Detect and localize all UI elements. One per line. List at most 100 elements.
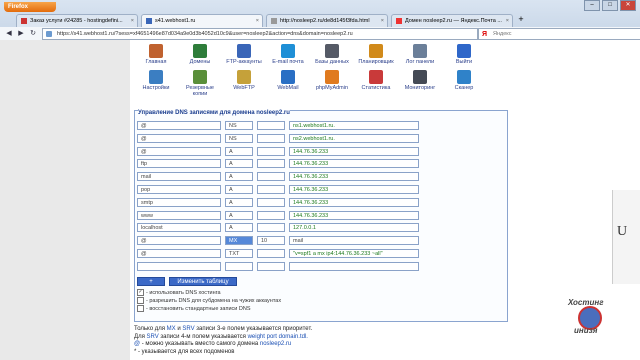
host-field[interactable]: ftp bbox=[137, 159, 221, 169]
value-field[interactable]: ns2.webhost1.ru. bbox=[289, 133, 419, 143]
value-field[interactable]: 144.76.36.233 bbox=[289, 197, 419, 207]
priority-field[interactable] bbox=[257, 159, 285, 169]
toolbar-item-webmail[interactable]: WebMail bbox=[266, 70, 310, 96]
value-field[interactable]: ns1.webhost1.ru. bbox=[289, 121, 419, 130]
type-field[interactable]: NS bbox=[225, 133, 253, 143]
dns-option[interactable]: - разрешить DNS для субдомена на чужих а… bbox=[137, 297, 281, 304]
priority-field[interactable] bbox=[257, 172, 285, 182]
toolbar-item-phpmyadmin[interactable]: phpMyAdmin bbox=[310, 70, 354, 96]
log-icon bbox=[413, 44, 427, 58]
close-tab-icon[interactable]: × bbox=[131, 15, 134, 27]
checkbox[interactable] bbox=[137, 305, 144, 312]
toolbar-item-label: Главная bbox=[145, 59, 167, 65]
host-field[interactable]: www bbox=[137, 210, 221, 220]
dns-option[interactable]: - восстановить стандартные записи DNS bbox=[137, 305, 251, 312]
toolbar-item-mail[interactable]: E-mail почта bbox=[266, 44, 310, 70]
toolbar-item-globe[interactable]: Домены bbox=[178, 44, 222, 70]
host-field[interactable] bbox=[137, 261, 221, 271]
host-field[interactable]: localhost bbox=[137, 223, 221, 233]
value-field[interactable]: 127.0.0.1 bbox=[289, 223, 419, 233]
value-field[interactable]: 144.76.36.233 bbox=[289, 159, 419, 169]
type-field[interactable]: A bbox=[225, 210, 253, 220]
tab-webhost[interactable]: s41.webhost1.ru × bbox=[141, 14, 263, 27]
address-bar[interactable]: https://s41.webhost1.ru/?sess=xf4651496e… bbox=[42, 28, 478, 40]
priority-field[interactable] bbox=[257, 261, 285, 271]
firefox-menu-button[interactable]: Firefox bbox=[4, 2, 56, 12]
host-field[interactable]: @ bbox=[137, 146, 221, 156]
save-table-button[interactable]: Изменить таблицу bbox=[169, 277, 237, 286]
type-field[interactable]: A bbox=[225, 197, 253, 207]
toolbar-item-ftp[interactable]: FTP-аккаунты bbox=[222, 44, 266, 70]
priority-field[interactable] bbox=[257, 197, 285, 207]
value-field[interactable]: 144.76.36.233 bbox=[289, 185, 419, 194]
host-field[interactable]: @ bbox=[137, 133, 221, 143]
nav-bar: ◀ ▶ ↻ https://s41.webhost1.ru/?sess=xf46… bbox=[0, 27, 640, 41]
toolbar-item-settings[interactable]: Настройки bbox=[134, 70, 178, 96]
type-field[interactable]: NS bbox=[225, 121, 253, 130]
priority-field[interactable] bbox=[257, 121, 285, 130]
toolbar-item-webftp[interactable]: WebFTP bbox=[222, 70, 266, 96]
home-icon bbox=[149, 44, 163, 58]
toolbar-item-monitor[interactable]: Мониторинг bbox=[398, 70, 442, 96]
priority-field[interactable] bbox=[257, 210, 285, 220]
value-field[interactable]: 144.76.36.233 bbox=[289, 146, 419, 156]
type-field[interactable]: A bbox=[225, 159, 253, 169]
forward-icon[interactable]: ▶ bbox=[16, 29, 26, 38]
scanner-icon bbox=[457, 70, 471, 84]
host-field[interactable]: pop bbox=[137, 185, 221, 194]
back-icon[interactable]: ◀ bbox=[4, 29, 14, 38]
type-field[interactable]: TXT bbox=[225, 249, 253, 258]
close-tab-icon[interactable]: × bbox=[506, 15, 509, 27]
toolbar-item-log[interactable]: Лог панели bbox=[398, 44, 442, 70]
type-field[interactable] bbox=[225, 261, 253, 271]
tab-yandex-mail[interactable]: Домен nosleep2.ru — Яндекс.Почта ... × bbox=[391, 14, 513, 27]
checkbox[interactable] bbox=[137, 297, 144, 304]
dns-option[interactable]: ✓ - использовать DNS хостинга bbox=[137, 289, 221, 296]
tab-order[interactable]: Заказ услуги #24285 - hostingdefini... × bbox=[16, 14, 138, 27]
reload-icon[interactable]: ↻ bbox=[28, 29, 38, 38]
toolbar-item-stats[interactable]: Статистика bbox=[354, 70, 398, 96]
checkbox-checked[interactable]: ✓ bbox=[137, 289, 144, 296]
value-field[interactable]: "v=spf1 a mx ip4:144.76.36.233 ~all" bbox=[289, 249, 419, 258]
tab-nosleep[interactable]: http://nosleep2.ru/de8d145f3fda.html × bbox=[266, 14, 388, 27]
host-field[interactable]: @ bbox=[137, 249, 221, 258]
add-record-button[interactable]: + bbox=[137, 277, 165, 286]
close-window-button[interactable]: ✕ bbox=[620, 0, 636, 11]
help-note-text: * - указывается для всех подоменов bbox=[134, 348, 235, 355]
new-tab-button[interactable]: + bbox=[516, 14, 526, 26]
value-field[interactable]: 144.76.36.233 bbox=[289, 210, 419, 220]
type-field[interactable]: MX bbox=[225, 236, 253, 246]
priority-field[interactable] bbox=[257, 185, 285, 194]
value-field[interactable]: 144.76.36.233 bbox=[289, 172, 419, 182]
lock-icon bbox=[46, 31, 52, 37]
toolbar-item-database[interactable]: Базы данных bbox=[310, 44, 354, 70]
close-tab-icon[interactable]: × bbox=[381, 15, 384, 27]
value-field[interactable] bbox=[289, 261, 419, 271]
host-field[interactable]: @ bbox=[137, 121, 221, 130]
priority-field[interactable] bbox=[257, 146, 285, 156]
control-panel: Главная Домены FTP-аккаунты E-mail почта Баз… bbox=[130, 40, 516, 360]
priority-field[interactable] bbox=[257, 223, 285, 233]
type-field[interactable]: A bbox=[225, 223, 253, 233]
close-tab-icon[interactable]: × bbox=[256, 15, 259, 27]
ftp-icon bbox=[237, 44, 251, 58]
search-box[interactable]: Я Яндекс bbox=[478, 28, 640, 40]
toolbar-item-scheduler[interactable]: Планировщик bbox=[354, 44, 398, 70]
toolbar-item-home[interactable]: Главная bbox=[134, 44, 178, 70]
priority-field[interactable] bbox=[257, 133, 285, 143]
toolbar-item-power[interactable]: Выйти bbox=[442, 44, 486, 70]
host-field[interactable]: @ bbox=[137, 236, 221, 246]
host-field[interactable]: smtp bbox=[137, 197, 221, 207]
type-field[interactable]: A bbox=[225, 172, 253, 182]
value-field[interactable]: mail bbox=[289, 236, 419, 246]
host-field[interactable]: mail bbox=[137, 172, 221, 182]
priority-field[interactable]: 10 bbox=[257, 236, 285, 246]
type-field[interactable]: A bbox=[225, 185, 253, 194]
side-panel-letter: U bbox=[617, 224, 628, 239]
toolbar-item-backup[interactable]: Резервные копии bbox=[178, 70, 222, 97]
toolbar-item-scanner[interactable]: Сканер bbox=[442, 70, 486, 96]
minimize-button[interactable]: – bbox=[584, 0, 600, 11]
maximize-button[interactable]: □ bbox=[602, 0, 618, 11]
priority-field[interactable] bbox=[257, 249, 285, 258]
type-field[interactable]: A bbox=[225, 146, 253, 156]
